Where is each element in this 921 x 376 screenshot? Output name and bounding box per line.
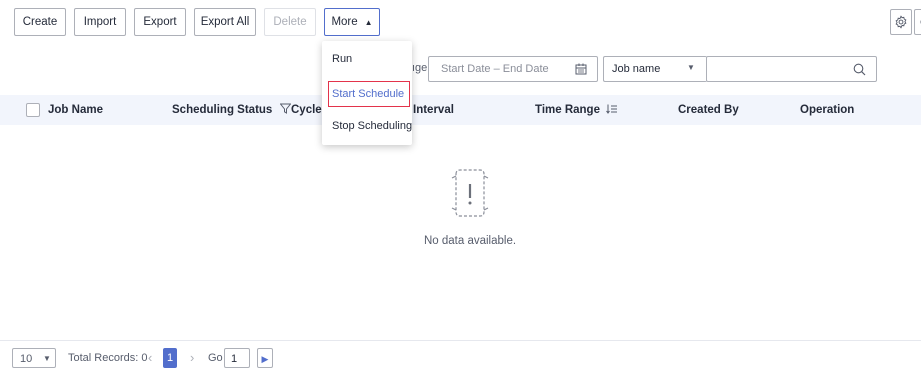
column-scheduling-status-label: Scheduling Status (172, 104, 273, 116)
menu-item-start-schedule[interactable]: Start Schedule (322, 80, 412, 108)
page-size-value: 10 (20, 353, 33, 365)
column-time-range-label: Time Range (535, 104, 600, 116)
column-operation: Operation (800, 104, 855, 116)
next-page-icon[interactable]: › (190, 348, 194, 368)
date-range-placeholder: Start Date – End Date (441, 63, 549, 75)
go-page-button[interactable]: ▶ (257, 348, 273, 368)
more-dropdown-menu: Run Start Schedule Stop Scheduling (322, 41, 412, 145)
table-header: Job Name Scheduling Status Cycle Interva… (0, 95, 921, 125)
date-range-label: ıge (412, 62, 428, 74)
footer-divider (0, 340, 921, 341)
more-button[interactable]: More ▲ (324, 8, 380, 36)
settings-button[interactable] (890, 9, 912, 35)
column-interval: Interval (413, 104, 454, 116)
calendar-icon (575, 63, 587, 75)
date-range-picker[interactable]: Start Date – End Date (428, 56, 598, 82)
column-time-range: Time Range (535, 95, 618, 125)
total-records: Total Records: 0 (68, 352, 148, 364)
gear-icon (895, 15, 907, 29)
more-label: More (331, 16, 358, 28)
import-button[interactable]: Import (74, 8, 126, 36)
refresh-button[interactable] (914, 9, 921, 35)
column-created-by: Created By (678, 104, 739, 116)
go-label: Go (208, 352, 223, 364)
page-size-select[interactable]: 10 ▼ (12, 348, 56, 368)
sort-icon[interactable] (606, 104, 618, 114)
empty-state-text: No data available. (423, 235, 517, 247)
menu-item-run[interactable]: Run (322, 45, 412, 73)
delete-button[interactable]: Delete (264, 8, 316, 36)
empty-data-icon (451, 169, 489, 217)
column-job-name: Job Name (48, 104, 103, 116)
search-input[interactable] (706, 56, 877, 82)
search-icon (853, 63, 866, 76)
column-scheduling-status: Scheduling Status (172, 95, 292, 125)
select-all-checkbox[interactable] (26, 103, 40, 117)
filter-icon[interactable] (278, 103, 292, 114)
chevron-down-icon: ▼ (687, 63, 695, 72)
menu-item-stop-scheduling[interactable]: Stop Scheduling (322, 112, 412, 140)
highlight-box (328, 81, 410, 107)
search-type-value: Job name (612, 63, 661, 75)
chevron-up-icon: ▲ (364, 17, 373, 27)
column-cycle: Cycle (291, 104, 322, 116)
create-button[interactable]: Create (14, 8, 66, 36)
search-type-select[interactable]: Job name ▼ (603, 56, 707, 82)
export-all-button[interactable]: Export All (194, 8, 256, 36)
prev-page-icon[interactable]: ‹ (148, 348, 152, 368)
chevron-down-icon: ▼ (43, 354, 51, 363)
go-page-input[interactable]: 1 (224, 348, 250, 368)
export-button[interactable]: Export (134, 8, 186, 36)
page-1-button[interactable]: 1 (163, 348, 177, 368)
